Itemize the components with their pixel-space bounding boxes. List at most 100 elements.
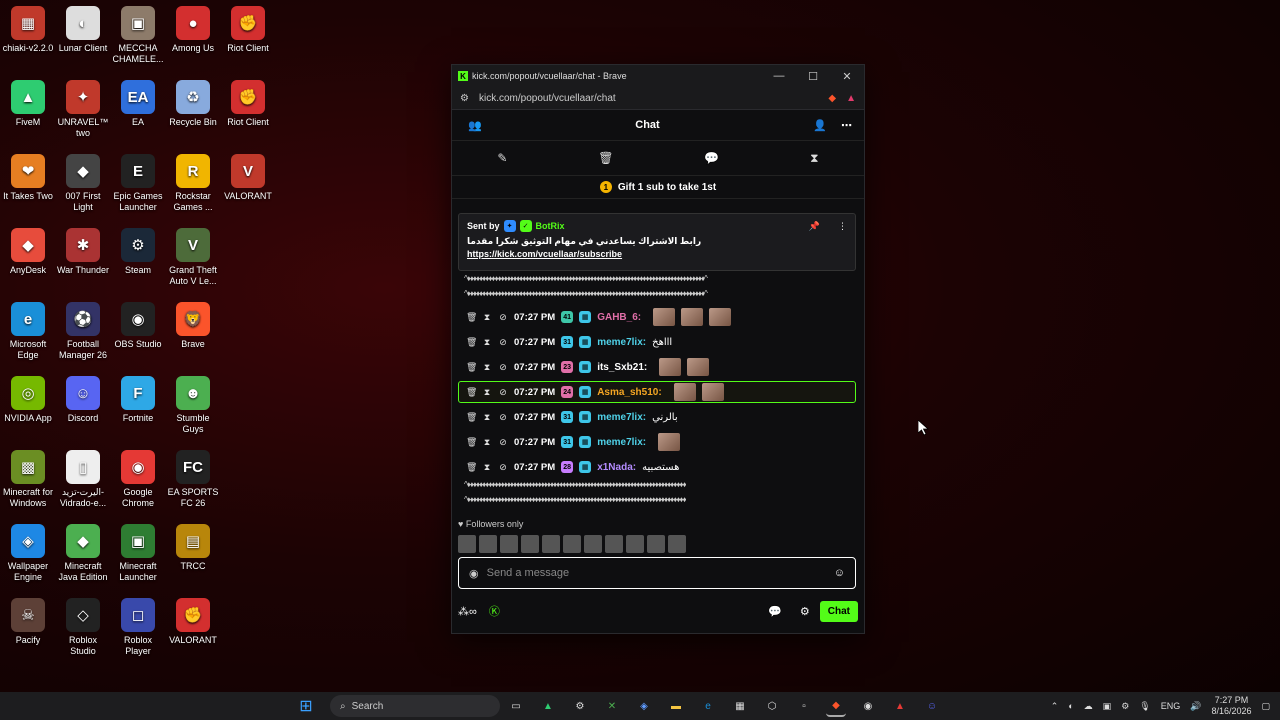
desktop-icon[interactable]: ♻ Recycle Bin [165,76,221,148]
pinned-menu-icon[interactable]: ⋮ [838,221,847,232]
kick-points-icon[interactable]: Ⓚ [489,603,500,619]
desktop-icon[interactable]: ◎ NVIDIA App [0,372,56,444]
desktop-icon[interactable]: F Fortnite [110,372,166,444]
desktop-icon[interactable]: ✱ War Thunder [55,224,111,296]
taskbar-search[interactable]: ⌕ Search [330,695,500,717]
desktop-icon[interactable]: ☠ Pacify [0,594,56,666]
start-icon[interactable]: ⊞ [296,696,316,716]
ban-icon[interactable]: ⊘ [498,337,508,348]
app-icon[interactable]: ▲ [890,696,910,716]
user-settings-icon[interactable]: 👤 [813,119,827,132]
brave-shields-icon[interactable]: ◆ [828,93,836,104]
desktop-icon[interactable]: ▩ Minecraft for Windows [0,446,56,518]
timeout-icon[interactable]: ⧗ [482,337,492,348]
site-settings-icon[interactable]: ⚙ [460,93,469,104]
desktop-icon[interactable]: E Epic Games Launcher [110,150,166,222]
ban-icon[interactable]: ⊘ [498,362,508,373]
clock[interactable]: 7:27 PM 8/16/2026 [1211,695,1251,717]
message-tool-icon[interactable]: 💬 [704,151,719,165]
desktop-icon[interactable]: ◆ 007 First Light [55,150,111,222]
timeout-icon[interactable]: ⧗ [482,412,492,423]
infinity-icon[interactable]: ⁂∞ [458,605,477,618]
steam-tray-icon[interactable]: ⚙ [1121,701,1129,712]
chat-message[interactable]: 🗑 ⧗ ⊘ 07:27 PM 41 ▦ GAHB_6: [466,307,732,327]
recent-chatters[interactable] [458,535,686,553]
pin-tool-icon[interactable]: ✎ [497,151,507,165]
desktop-icon[interactable]: V Grand Theft Auto V Le... [165,224,221,296]
desktop-icon[interactable]: 🦁 Brave [165,298,221,370]
window-titlebar[interactable]: K kick.com/popout/vcuellaar/chat - Brave… [452,65,864,87]
desktop-icon[interactable]: ◉ OBS Studio [110,298,166,370]
desktop-icon[interactable]: ● Among Us [165,2,221,74]
desktop-icon[interactable]: ▦ chiaki-v2.2.0 [0,2,56,74]
desktop-icon[interactable]: ⚽ Football Manager 26 [55,298,111,370]
timeout-icon[interactable]: ⧗ [482,462,492,473]
chat-message[interactable]: 🗑 ⧗ ⊘ 07:27 PM 31 ▦ meme7lix: [466,432,681,452]
message-input[interactable]: ◉ Send a message ☺ [458,557,856,589]
desktop-icon[interactable]: ◇ Roblox Studio [55,594,111,666]
tray-icon[interactable]: ◐ [1068,701,1073,711]
desktop-icon[interactable]: ▤ TRCC [165,520,221,592]
delete-icon[interactable]: 🗑 [466,387,477,398]
desktop-icon[interactable]: ◉ Google Chrome [110,446,166,518]
message-user[interactable]: x1Nada: [597,462,636,473]
cloud-icon[interactable]: ☁ [1084,701,1093,712]
desktop-icon[interactable]: ✊ VALORANT [165,594,221,666]
minimize-icon[interactable]: — [762,70,796,83]
desktop-icon[interactable]: ⚙ Steam [110,224,166,296]
delete-icon[interactable]: 🗑 [466,437,477,448]
brave-taskbar-icon[interactable]: ◆ [826,695,846,717]
app-icon[interactable]: ▫ [794,696,814,716]
timeout-icon[interactable]: ⧗ [482,437,492,448]
tray-icon[interactable]: ▣ [1103,701,1112,712]
desktop-icon[interactable]: V VALORANT [220,150,276,222]
address-bar[interactable]: ⚙ kick.com/popout/vcuellaar/chat ◆ ▲ [452,87,864,110]
message-user[interactable]: its_Sxb21: [597,362,647,373]
ms-store-icon[interactable]: ▦ [730,696,750,716]
chat-message[interactable]: 🗑 ⧗ ⊘ 07:27 PM 23 ▦ its_Sxb21: [466,357,710,377]
microphone-icon[interactable]: 🎙 [1139,701,1150,712]
emote-picker-icon[interactable]: ◉ [469,567,479,580]
desktop-icon[interactable]: ◈ Wallpaper Engine [0,520,56,592]
delete-tool-icon[interactable]: 🗑 [598,151,613,165]
pinned-link[interactable]: https://kick.com/vcuellaar/subscribe [459,249,855,259]
chat-message[interactable]: 🗑 ⧗ ⊘ 07:27 PM 28 ▦ x1Nada: هستصبيه [466,457,679,477]
close-icon[interactable]: ✕ [830,70,864,83]
delete-icon[interactable]: 🗑 [466,362,477,373]
settings-icon[interactable]: ⚙ [800,605,810,618]
desktop-icon[interactable]: ◐ Lunar Client [55,2,111,74]
desktop-icon[interactable]: ✦ UNRAVEL™ two [55,76,111,148]
browser-window[interactable]: K kick.com/popout/vcuellaar/chat - Brave… [451,64,865,634]
delete-icon[interactable]: 🗑 [466,312,477,323]
chat-rules-icon[interactable]: 💬 [768,605,782,618]
message-user[interactable]: meme7lix: [597,437,646,448]
volume-icon[interactable]: 🔊 [1190,701,1201,712]
desktop-icon[interactable]: ▲ FiveM [0,76,56,148]
timeout-icon[interactable]: ⧗ [482,362,492,373]
desktop-icon[interactable]: R Rockstar Games ... [165,150,221,222]
desktop-icon[interactable]: ▣ MECCHA CHAMELE... [110,2,166,74]
delete-icon[interactable]: 🗑 [466,412,477,423]
desktop-icon[interactable]: ✊ Riot Client [220,2,276,74]
message-user[interactable]: Asma_sh510: [597,387,661,398]
desktop-icon[interactable]: ◆ AnyDesk [0,224,56,296]
message-user[interactable]: meme7lix: [597,412,646,423]
users-icon[interactable]: 👥 [468,119,482,132]
lang-indicator[interactable]: ENG [1161,701,1181,711]
notification-icon[interactable]: ▢ [1261,701,1270,712]
message-user[interactable]: meme7lix: [597,337,646,348]
delete-icon[interactable]: 🗑 [466,462,477,473]
chevron-up-icon[interactable]: ⌃ [1051,701,1059,712]
desktop-icon[interactable]: ☺ Discord [55,372,111,444]
timeout-tool-icon[interactable]: ⧗ [810,151,818,166]
desktop-icon[interactable]: e Microsoft Edge [0,298,56,370]
url-text[interactable]: kick.com/popout/vcuellaar/chat [479,93,616,104]
pinned-sender[interactable]: BotRix [536,221,565,231]
steam-taskbar-icon[interactable]: ⚙ [570,696,590,716]
timeout-icon[interactable]: ⧗ [482,387,492,398]
fivem-icon[interactable]: ▲ [538,696,558,716]
emoji-icon[interactable]: ☺ [834,567,845,579]
desktop-icon[interactable]: ❤ It Takes Two [0,150,56,222]
more-options-icon[interactable]: ⋯ [841,119,852,132]
ban-icon[interactable]: ⊘ [498,412,508,423]
